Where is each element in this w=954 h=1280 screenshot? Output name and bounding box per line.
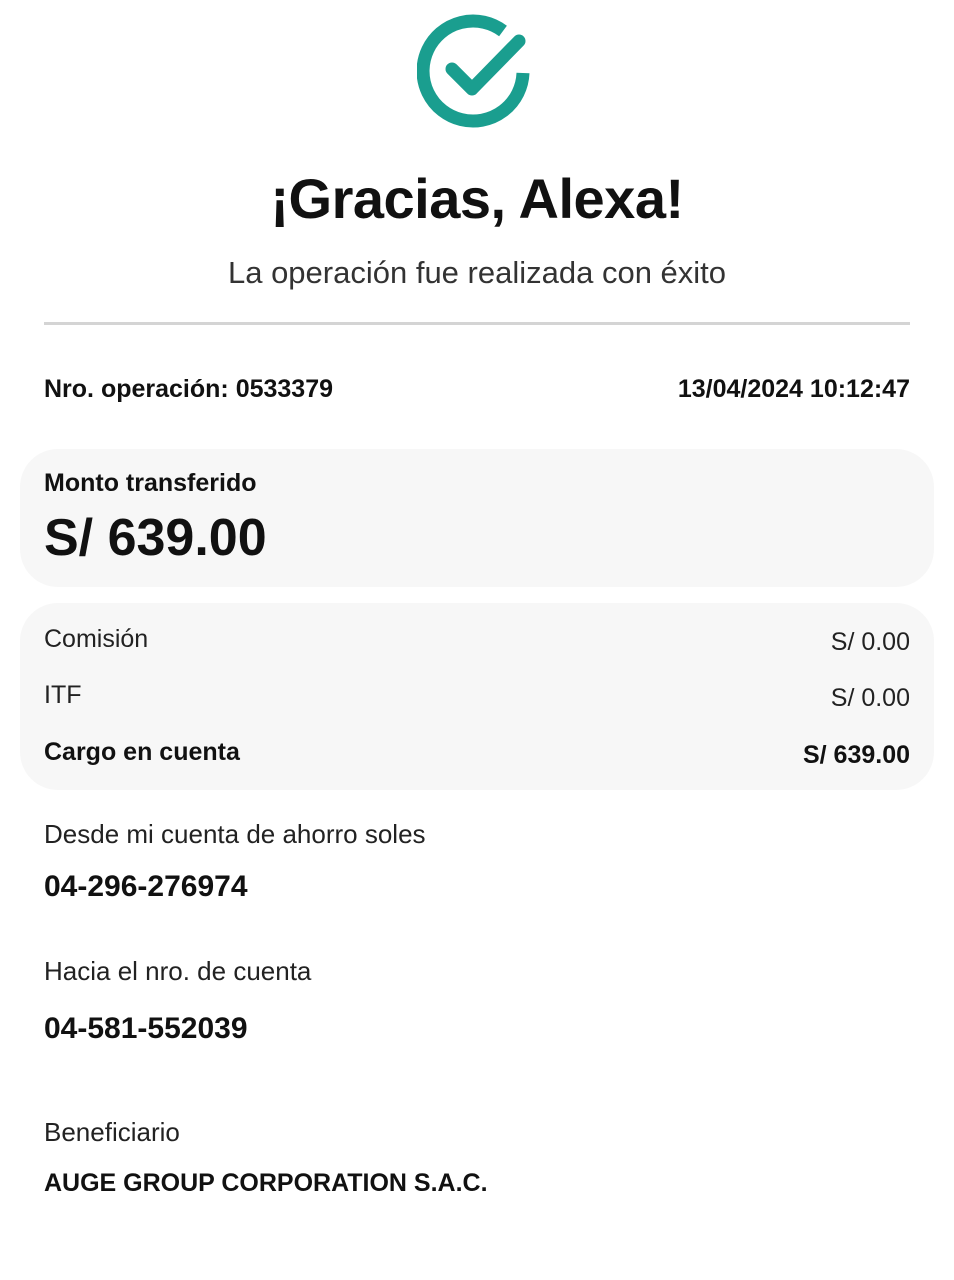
fee-label: Comisión — [44, 625, 149, 653]
operation-datetime: 13/04/2024 10:12:47 — [677, 375, 910, 403]
source-account-number: 04-296-276974 — [44, 870, 248, 903]
check-circle-icon — [416, 11, 537, 131]
fee-label: ITF — [44, 681, 82, 709]
amount-label: Monto transferido — [44, 469, 257, 497]
fee-value: S/ 639.00 — [802, 741, 910, 769]
amount-card: Monto transferido S/ 639.00 — [20, 449, 934, 587]
operation-number-label: Nro. operación: — [44, 375, 236, 403]
divider — [44, 322, 910, 325]
destination-account-number: 04-581-552039 — [44, 1012, 248, 1045]
page-subtitle: La operación fue realizada con éxito — [227, 255, 727, 290]
fees-card: Comisión S/ 0.00 ITF S/ 0.00 Cargo en cu… — [20, 603, 934, 790]
beneficiary-label: Beneficiario — [44, 1117, 180, 1147]
operation-number: 0533379 — [235, 375, 334, 403]
operation-row: Nro. operación: 0533379 13/04/2024 10:12… — [44, 372, 910, 406]
beneficiary-name: AUGE GROUP CORPORATION S.A.C. — [44, 1169, 488, 1197]
destination-account-label: Hacia el nro. de cuenta — [44, 956, 312, 986]
fee-row-account-charge: Cargo en cuenta S/ 639.00 — [44, 735, 910, 769]
amount-value: S/ 639.00 — [44, 509, 267, 567]
fee-row-commission: Comisión S/ 0.00 — [44, 622, 910, 656]
fee-row-itf: ITF S/ 0.00 — [44, 678, 910, 712]
fee-value: S/ 0.00 — [830, 684, 910, 712]
source-account-label: Desde mi cuenta de ahorro soles — [44, 819, 426, 849]
fee-value: S/ 0.00 — [830, 628, 910, 656]
page-title: ¡Gracias, Alexa! — [270, 167, 684, 230]
fee-label: Cargo en cuenta — [44, 738, 240, 766]
